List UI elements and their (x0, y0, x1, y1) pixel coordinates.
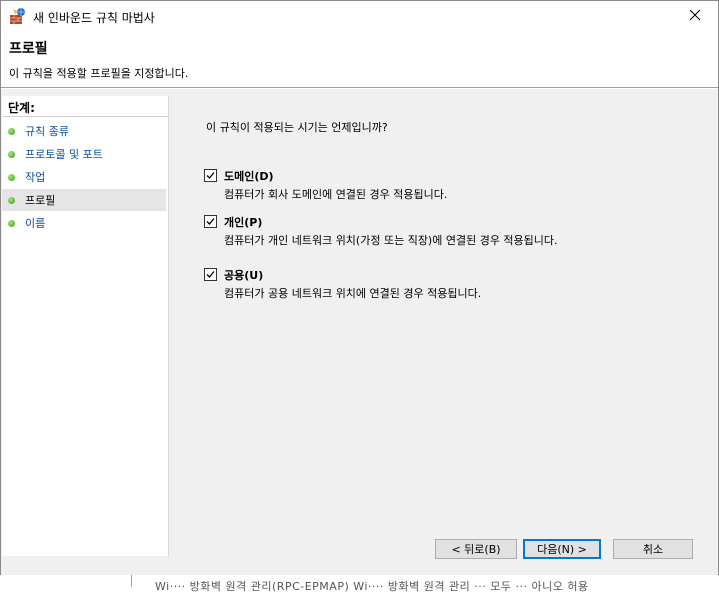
checkmark-icon (206, 271, 215, 278)
header-divider-highlight (1, 88, 718, 89)
next-button[interactable]: 다음(N) > (523, 539, 601, 559)
cancel-button[interactable]: 취소 (613, 539, 693, 559)
page-title: 프로필 (9, 41, 48, 57)
sidebar-item-name[interactable]: 이름 (2, 212, 166, 234)
step-bullet-icon (8, 173, 15, 181)
sidebar-item-action[interactable]: 작업 (2, 166, 166, 188)
close-icon (689, 9, 701, 24)
step-bullet-icon (8, 196, 15, 204)
checkmark-icon (206, 218, 215, 225)
sidebar-item-rule-type[interactable]: 규칙 종류 (2, 120, 166, 142)
close-button[interactable] (672, 1, 718, 31)
back-button[interactable]: < 뒤로(B) (435, 539, 517, 559)
wizard-content: 이 규칙이 적용되는 시기는 언제입니까? 도메인(D) 컴퓨터가 회사 도메인… (169, 96, 718, 576)
checkmark-icon (206, 172, 215, 179)
step-bullet-icon (8, 150, 15, 158)
window-title: 새 인바운드 규칙 마법사 (33, 11, 155, 25)
sidebar-item-label: 프로토콜 및 포트 (25, 148, 103, 161)
option-title[interactable]: 개인(P) (224, 214, 262, 230)
sidebar-item-profile[interactable]: 프로필 (2, 189, 166, 211)
sidebar-item-label: 이름 (25, 217, 46, 230)
option-title[interactable]: 도메인(D) (224, 168, 274, 184)
step-bullet-icon (8, 127, 15, 135)
step-bullet-icon (8, 219, 15, 227)
sidebar-item-label: 프로필 (25, 194, 56, 207)
page-subtitle: 이 규칙을 적용할 프로필을 지정합니다. (9, 67, 189, 80)
option-description: 컴퓨터가 개인 네트워크 위치(가정 또는 직장)에 연결된 경우 적용됩니다. (224, 234, 558, 247)
steps-sidebar: 단계: 규칙 종류 프로토콜 및 포트 작업 프로필 이름 (2, 96, 169, 556)
option-description: 컴퓨터가 공용 네트워크 위치에 연결된 경우 적용됩니다. (224, 287, 482, 300)
domain-checkbox[interactable] (204, 169, 217, 182)
background-list-text: Wi···· 방화벽 원격 관리(RPC-EPMAP) Wi···· 방화벽 원… (155, 580, 589, 593)
wizard-header: 프로필 이 규칙을 적용할 프로필을 지정합니다. (1, 31, 718, 87)
sidebar-item-label: 작업 (25, 171, 46, 184)
question-text: 이 규칙이 적용되는 시기는 언제입니까? (206, 121, 388, 134)
title-bar[interactable]: 새 인바운드 규칙 마법사 (1, 1, 718, 31)
public-checkbox[interactable] (204, 268, 217, 281)
option-title[interactable]: 공용(U) (224, 267, 263, 283)
firewall-wizard-icon (9, 7, 27, 25)
option-description: 컴퓨터가 회사 도메인에 연결된 경우 적용됩니다. (224, 188, 448, 201)
steps-label: 단계: (8, 101, 35, 115)
sidebar-item-protocol-port[interactable]: 프로토콜 및 포트 (2, 143, 166, 165)
wizard-window: 새 인바운드 규칙 마법사 프로필 이 규칙을 적용할 프로필을 지정합니다. … (0, 0, 719, 577)
background-divider (131, 575, 132, 587)
sidebar-item-label: 규칙 종류 (25, 125, 69, 138)
private-checkbox[interactable] (204, 215, 217, 228)
steps-divider (2, 116, 168, 117)
